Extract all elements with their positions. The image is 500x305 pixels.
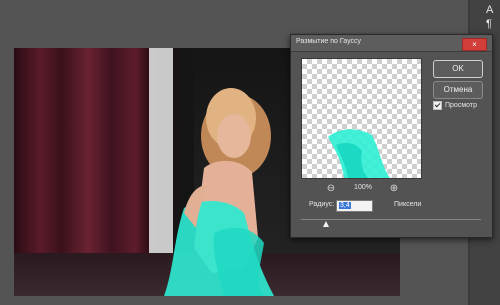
radius-slider-track[interactable]	[301, 219, 481, 220]
zoom-in-icon[interactable]: ⊕	[388, 183, 400, 195]
radius-label: Радиус:	[309, 201, 335, 208]
radius-input[interactable]: 3,4	[336, 200, 373, 212]
preview-dress-fragment	[328, 129, 390, 178]
preview-checkbox[interactable]	[433, 101, 442, 110]
preview-checkbox-row[interactable]: Просмотр	[433, 101, 477, 110]
paragraph-panel-icon[interactable]: ¶	[486, 18, 492, 30]
ok-button[interactable]: OK	[433, 60, 483, 78]
radius-unit-label: Пиксели	[394, 201, 422, 208]
zoom-out-icon[interactable]: ⊖	[325, 183, 337, 195]
radius-input-value: 3,4	[339, 202, 351, 209]
character-panel-icon[interactable]: A	[486, 4, 493, 16]
dialog-title: Размытие по Гауссу	[296, 38, 362, 45]
cancel-button[interactable]: Отмена	[433, 81, 483, 99]
zoom-controls: ⊖ 100% ⊕	[301, 183, 420, 195]
close-icon[interactable]: ×	[462, 38, 487, 51]
preview-label: Просмотр	[445, 102, 477, 109]
radius-slider-handle[interactable]	[323, 221, 329, 227]
gaussian-blur-dialog: Размытие по Гауссу × OK Отмена Просмотр …	[290, 34, 493, 238]
zoom-value: 100%	[354, 184, 372, 191]
blur-preview[interactable]	[301, 58, 422, 179]
